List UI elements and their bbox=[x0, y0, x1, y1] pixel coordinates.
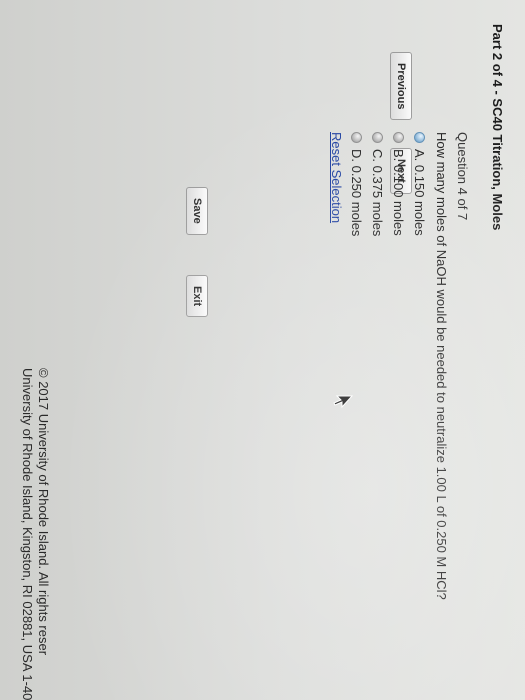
question-number: Question 4 of 7 bbox=[455, 132, 470, 221]
exit-button[interactable]: Exit bbox=[186, 275, 208, 318]
previous-button[interactable]: Previous bbox=[390, 52, 412, 121]
option-d-label: D. 0.250 moles bbox=[349, 149, 364, 237]
reset-selection-link[interactable]: Reset Selection bbox=[329, 132, 344, 223]
footer-address: University of Rhode Island, Kingston, RI… bbox=[20, 368, 35, 700]
mouse-cursor-icon bbox=[333, 395, 353, 409]
option-a-label: A. 0.150 moles bbox=[412, 149, 427, 236]
question-block: Question 4 of 7 How many moles of NaOH w… bbox=[327, 132, 470, 692]
quiz-screen: Part 2 of 4 - SC40 Titration, Moles Prev… bbox=[0, 0, 525, 700]
question-text: How many moles of NaOH would be needed t… bbox=[434, 132, 449, 600]
save-button[interactable]: Save bbox=[186, 187, 208, 235]
radio-a[interactable] bbox=[414, 132, 425, 143]
footer-copyright: © 2017 University of Rhode Island. All r… bbox=[36, 368, 51, 656]
option-c-label: C. 0.375 moles bbox=[370, 149, 385, 237]
option-d[interactable]: D. 0.250 moles bbox=[346, 132, 367, 692]
radio-c[interactable] bbox=[372, 132, 383, 143]
radio-d[interactable] bbox=[351, 132, 362, 143]
option-b-label: B. 0.100 moles bbox=[391, 149, 406, 236]
option-b[interactable]: B. 0.100 moles bbox=[388, 132, 409, 692]
part-title: Part 2 of 4 - SC40 Titration, Moles bbox=[490, 24, 505, 231]
option-c[interactable]: C. 0.375 moles bbox=[367, 132, 388, 692]
option-a[interactable]: A. 0.150 moles bbox=[409, 132, 430, 692]
radio-b[interactable] bbox=[393, 132, 404, 143]
footer: © 2017 University of Rhode Island. All r… bbox=[19, 368, 51, 700]
